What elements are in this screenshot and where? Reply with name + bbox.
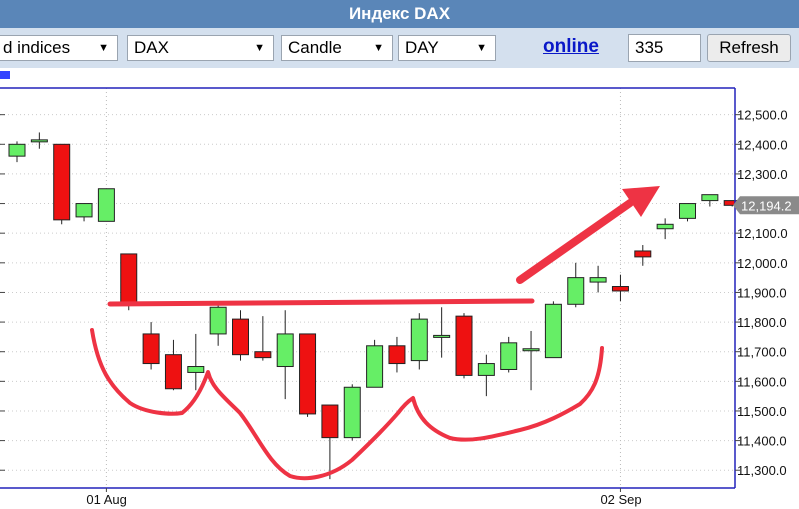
- market-select-value: d indices: [3, 38, 71, 57]
- y-tick-label: 12,300.0: [737, 167, 788, 182]
- y-tick-label: 12,400.0: [737, 137, 788, 152]
- x-tick-label: 01 Aug: [86, 492, 127, 507]
- candle-body: [410, 318, 428, 362]
- candle-up: [366, 339, 384, 388]
- candle-body: [232, 318, 249, 356]
- y-tick-label: 11,800.0: [737, 315, 787, 330]
- candle-body: [522, 348, 540, 352]
- candle-body: [500, 342, 518, 370]
- symbol-select-value: DAX: [134, 38, 169, 57]
- candle-down: [455, 313, 473, 379]
- candle-body: [97, 188, 115, 222]
- candle-body: [254, 351, 272, 359]
- y-tick-label: 12,500.0: [737, 108, 788, 123]
- y-tick-label: 11,600.0: [737, 374, 787, 389]
- chevron-down-icon: ▼: [98, 42, 109, 54]
- candle-body: [276, 333, 294, 368]
- candle-body: [75, 203, 93, 218]
- y-tick-label: 11,300.0: [737, 463, 787, 478]
- candle-up: [343, 384, 361, 441]
- candle-body: [366, 345, 384, 388]
- last-price-label: 12,194.2: [741, 198, 792, 213]
- y-tick-label: 12,000.0: [737, 256, 788, 271]
- toolbar: d indices ▼ DAX ▼ Candle ▼ DAY ▼ online …: [0, 28, 799, 68]
- window-title: Индекс DAX: [348, 4, 451, 23]
- candle-body: [53, 143, 71, 221]
- candle-body: [544, 303, 562, 359]
- candle-count-input[interactable]: [628, 34, 701, 62]
- period-select[interactable]: DAY ▼: [398, 35, 496, 61]
- candle-up: [410, 313, 428, 370]
- refresh-button[interactable]: Refresh: [707, 34, 791, 62]
- candlestick-chart: 11,300.0 11,400.0 11,500.0 11,600.0 11,700.0…: [0, 68, 799, 509]
- chart-type-select-value: Candle: [288, 38, 342, 57]
- candle-up: [97, 188, 115, 222]
- chevron-down-icon: ▼: [373, 42, 384, 54]
- chevron-down-icon: ▼: [254, 42, 265, 54]
- candle-body: [433, 334, 451, 338]
- x-tick-label: 02 Sep: [600, 492, 641, 507]
- candle-body: [142, 333, 160, 365]
- candle-down: [53, 143, 71, 225]
- candle-up: [544, 301, 562, 359]
- candle-body: [187, 366, 205, 373]
- candle-body: [477, 363, 495, 376]
- candle-up: [679, 203, 696, 222]
- candle-body: [701, 194, 719, 202]
- candle-body: [8, 143, 26, 157]
- symbol-select[interactable]: DAX ▼: [127, 35, 274, 61]
- candle-body: [164, 354, 182, 390]
- y-tick-label: 11,900.0: [737, 285, 787, 300]
- chart-type-select[interactable]: Candle ▼: [281, 35, 393, 61]
- candle-body: [455, 315, 473, 376]
- period-select-value: DAY: [405, 38, 439, 57]
- candle-body: [388, 345, 406, 365]
- candle-body: [299, 333, 317, 415]
- neckline-line: [107, 298, 535, 307]
- candle-body: [209, 306, 227, 335]
- candle-body: [679, 203, 696, 219]
- candle-body: [634, 250, 652, 258]
- candle-down: [299, 333, 317, 417]
- candle-body: [589, 277, 607, 283]
- chevron-down-icon: ▼: [476, 42, 487, 54]
- y-tick-label: 11,700.0: [737, 345, 787, 360]
- candle-body: [656, 223, 674, 230]
- candle-body: [611, 286, 629, 292]
- market-select[interactable]: d indices ▼: [0, 35, 118, 61]
- chart-background: [0, 68, 799, 509]
- title-bar: Индекс DAX: [0, 0, 799, 28]
- candle-body: [567, 277, 585, 305]
- candle-body: [120, 253, 138, 304]
- y-tick-label: 12,100.0: [737, 226, 788, 241]
- chart-scroll-tab[interactable]: [0, 71, 10, 79]
- candle-body: [343, 386, 361, 439]
- y-tick-label: 11,500.0: [737, 404, 787, 419]
- candle-body: [30, 139, 48, 143]
- online-link[interactable]: online: [543, 36, 599, 58]
- candle-body: [321, 404, 339, 439]
- y-tick-label: 11,400.0: [737, 434, 787, 449]
